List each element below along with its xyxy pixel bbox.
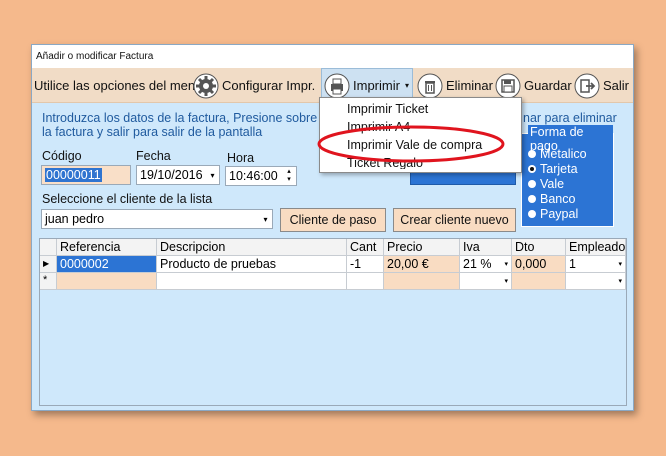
- cliente-value: juan pedro: [45, 212, 105, 226]
- cell-empleado-empty[interactable]: ▾: [566, 273, 626, 290]
- col-empleado[interactable]: Empleado: [566, 239, 626, 256]
- menu-item-imprimir-a4[interactable]: Imprimir A4: [347, 120, 410, 134]
- salir-button[interactable]: Salir: [574, 68, 629, 103]
- cell-iva-value: 21 %: [463, 257, 492, 271]
- configurar-impr-label: Configurar Impr.: [222, 78, 316, 93]
- window-title: Añadir o modificar Factura: [32, 45, 633, 68]
- trash-icon: [417, 73, 443, 99]
- cell-empleado[interactable]: 1 ▾: [566, 256, 626, 273]
- chevron-down-icon: ▾: [263, 214, 268, 224]
- cell-descripcion-empty[interactable]: [157, 273, 347, 290]
- fecha-label: Fecha: [136, 149, 171, 163]
- time-spinner-icon[interactable]: ▴ ▾: [283, 168, 295, 184]
- table-row[interactable]: ▶ 0000002 Producto de pruebas -1 20,00 €…: [40, 256, 626, 273]
- col-cant[interactable]: Cant: [347, 239, 384, 256]
- radio-icon: [528, 195, 536, 203]
- cell-iva-empty[interactable]: ▾: [460, 273, 512, 290]
- info-line-1: Introduzca los datos de la factura, Pres…: [42, 111, 335, 125]
- chevron-down-icon: ▾: [504, 278, 508, 285]
- new-row-marker: *: [40, 273, 57, 290]
- pago-option-label: Metalico: [540, 147, 587, 161]
- cliente-select[interactable]: juan pedro ▾: [41, 209, 273, 229]
- hora-value: 10:46:00: [229, 169, 278, 183]
- info-line-1-right: nar para eliminar: [523, 111, 617, 125]
- grid-header: Referencia Descripcion Cant Precio Iva D…: [40, 239, 626, 256]
- cell-empleado-value: 1: [569, 257, 576, 271]
- print-dropdown-menu: Imprimir Ticket Imprimir A4 Imprimir Val…: [319, 97, 522, 173]
- pago-option-label: Banco: [540, 192, 576, 206]
- pago-option-tarjeta[interactable]: Tarjeta: [528, 162, 578, 176]
- cliente-label: Seleccione el cliente de la lista: [42, 192, 213, 206]
- fecha-value: 19/10/2016: [140, 168, 203, 182]
- col-descripcion[interactable]: Descripcion: [157, 239, 347, 256]
- pago-option-vale[interactable]: Vale: [528, 177, 564, 191]
- cell-dto[interactable]: 0,000: [512, 256, 566, 273]
- cell-precio-empty[interactable]: [384, 273, 460, 290]
- crear-cliente-nuevo-button[interactable]: Crear cliente nuevo: [393, 208, 516, 232]
- printer-icon: [324, 73, 350, 99]
- cell-cant-empty[interactable]: [347, 273, 384, 290]
- menu-item-ticket-regalo[interactable]: Ticket Regalo: [347, 156, 423, 169]
- hora-field[interactable]: 10:46:00 ▴ ▾: [225, 166, 297, 186]
- codigo-field[interactable]: 00000011: [41, 165, 131, 185]
- radio-icon: [528, 150, 536, 158]
- col-iva[interactable]: Iva: [460, 239, 512, 256]
- new-row[interactable]: * ▾ ▾: [40, 273, 626, 290]
- guardar-label: Guardar: [524, 78, 572, 93]
- pago-option-label: Paypal: [540, 207, 579, 221]
- cell-referencia[interactable]: 0000002: [57, 256, 157, 273]
- pago-option-label: Vale: [540, 177, 565, 191]
- exit-icon: [574, 73, 600, 99]
- col-referencia[interactable]: Referencia: [57, 239, 157, 256]
- gear-icon: [193, 73, 219, 99]
- toolbar-hint: Utilice las opciones del menu: [34, 78, 203, 93]
- cell-descripcion[interactable]: Producto de pruebas: [157, 256, 347, 273]
- configurar-impr-button[interactable]: Configurar Impr.: [193, 68, 315, 103]
- cell-referencia-empty[interactable]: [57, 273, 157, 290]
- cell-precio[interactable]: 20,00 €: [384, 256, 460, 273]
- codigo-value: 00000011: [45, 168, 102, 182]
- pago-option-paypal[interactable]: Paypal: [528, 207, 578, 221]
- chevron-down-icon: ▾: [618, 278, 622, 285]
- pago-option-metalico[interactable]: Metalico: [528, 147, 587, 161]
- pago-option-banco[interactable]: Banco: [528, 192, 575, 206]
- save-icon: [495, 73, 521, 99]
- chevron-down-icon: ▾: [504, 261, 508, 268]
- menu-item-imprimir-ticket[interactable]: Imprimir Ticket: [347, 102, 428, 116]
- info-line-2: la factura y salir para salir de la pant…: [42, 125, 263, 139]
- salir-label: Salir: [603, 78, 630, 93]
- radio-icon: [528, 210, 536, 218]
- cell-cant[interactable]: -1: [347, 256, 384, 273]
- col-precio[interactable]: Precio: [384, 239, 460, 256]
- row-selector-header: [40, 239, 57, 256]
- current-row-arrow-icon: ▶: [40, 256, 57, 273]
- fecha-picker[interactable]: 19/10/2016 ▾: [136, 165, 220, 185]
- codigo-label: Código: [42, 149, 82, 163]
- hora-label: Hora: [227, 151, 255, 165]
- forma-de-pago-group: Forma de pago Metalico Tarjeta Vale Banc…: [521, 125, 614, 227]
- cliente-de-paso-button[interactable]: Cliente de paso: [280, 208, 386, 232]
- menu-item-imprimir-vale-de-compra[interactable]: Imprimir Vale de compra: [347, 138, 482, 152]
- pago-option-label: Tarjeta: [540, 162, 578, 176]
- cell-dto-empty[interactable]: [512, 273, 566, 290]
- chevron-down-icon: ▾: [404, 81, 409, 90]
- radio-checked-icon: [528, 165, 536, 173]
- factura-lines-grid: Referencia Descripcion Cant Precio Iva D…: [39, 238, 627, 406]
- cell-iva[interactable]: 21 % ▾: [460, 256, 512, 273]
- chevron-down-icon: ▾: [618, 261, 622, 268]
- col-dto[interactable]: Dto: [512, 239, 566, 256]
- radio-icon: [528, 180, 536, 188]
- imprimir-label: Imprimir: [353, 78, 400, 93]
- calendar-dropdown-icon[interactable]: ▾: [206, 166, 219, 184]
- eliminar-label: Eliminar: [446, 78, 493, 93]
